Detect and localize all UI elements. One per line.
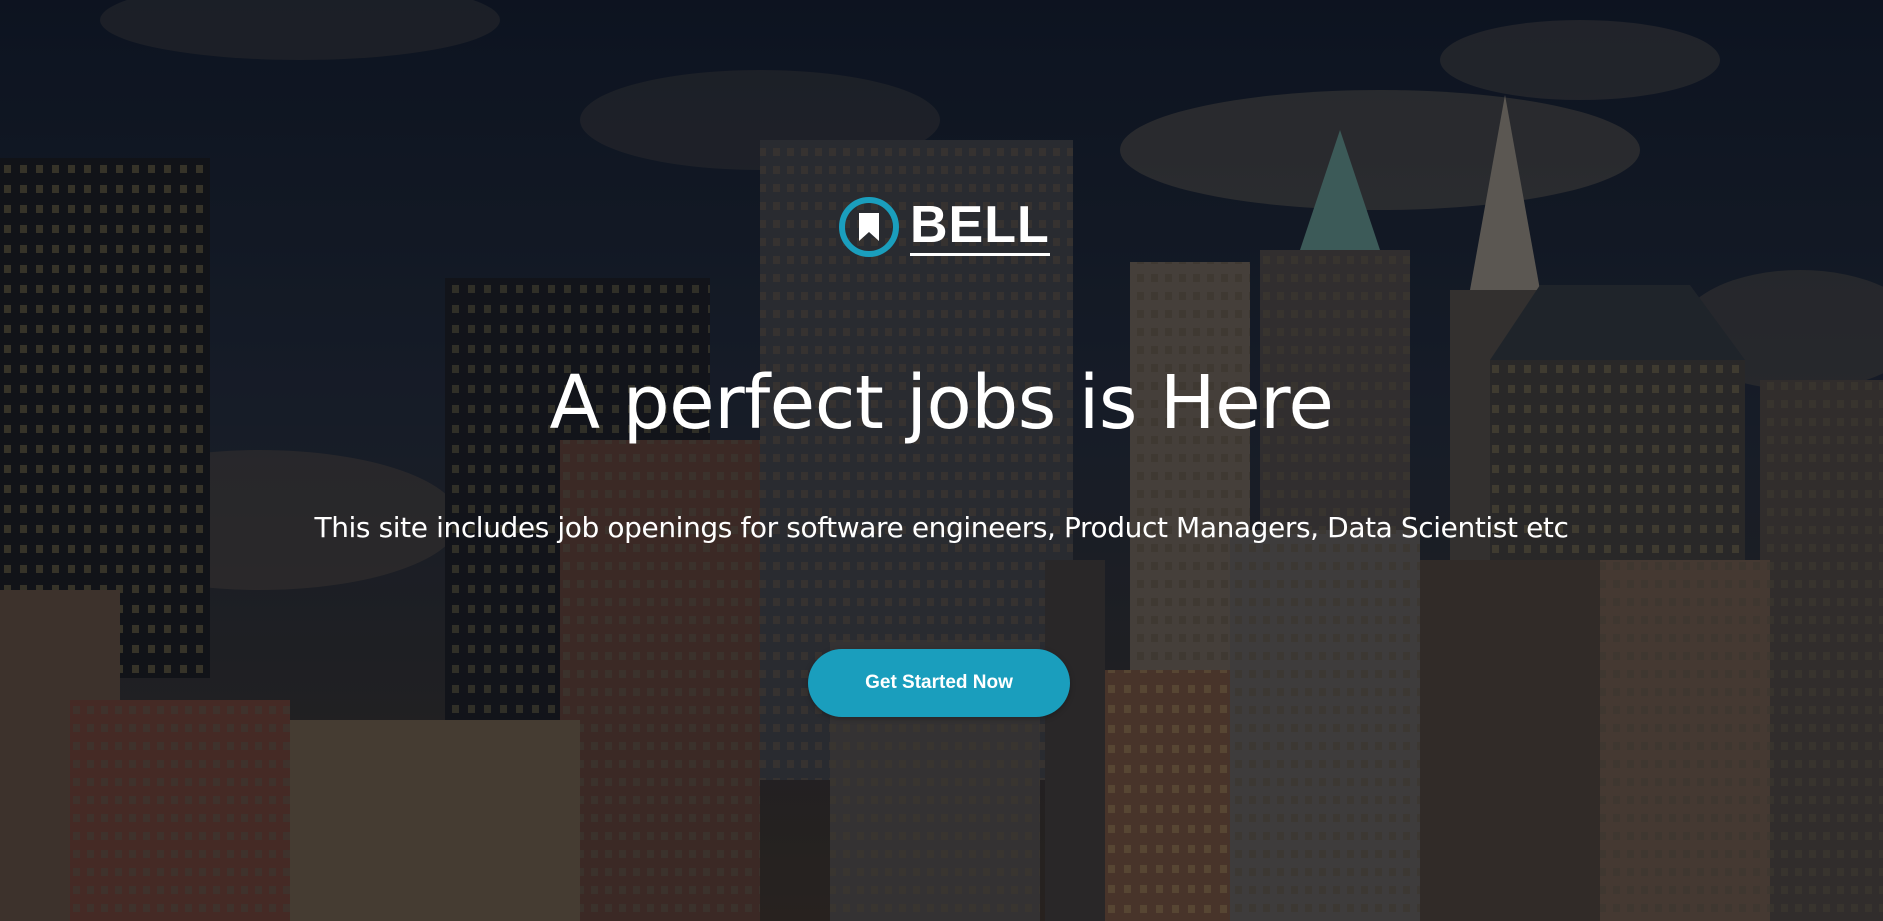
hero-headline: A perfect jobs is Here (549, 360, 1334, 446)
bookmark-circle-icon (839, 197, 899, 257)
hero-section: BELL A perfect jobs is Here This site in… (0, 0, 1883, 921)
get-started-button[interactable]: Get Started Now (808, 649, 1070, 717)
brand-name: BELL (910, 195, 1050, 256)
hero-content: BELL A perfect jobs is Here This site in… (0, 0, 1883, 921)
brand-logo[interactable]: BELL (838, 196, 1050, 258)
hero-subtitle: This site includes job openings for soft… (314, 511, 1569, 544)
